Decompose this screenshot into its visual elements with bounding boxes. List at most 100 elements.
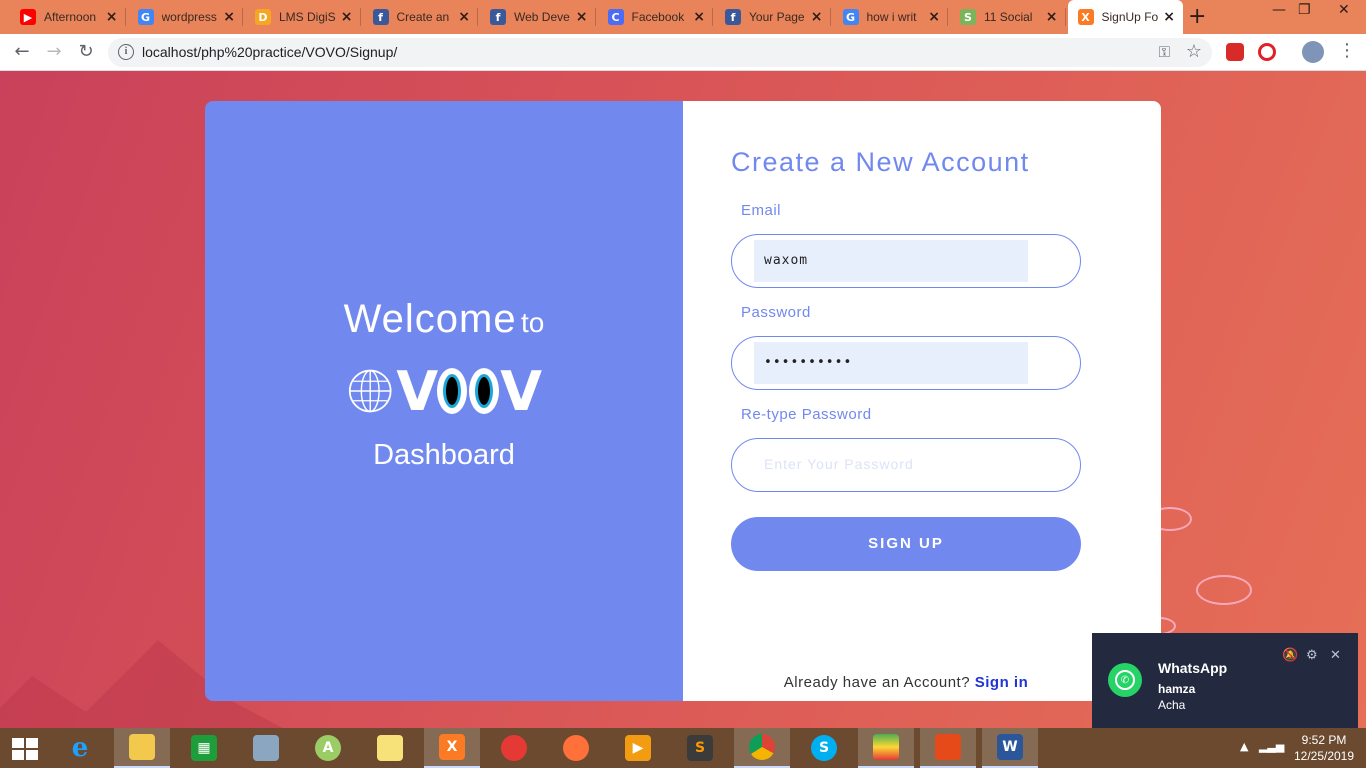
tab-separator <box>242 8 243 26</box>
taskbar-firefox[interactable] <box>548 728 604 768</box>
email-value[interactable]: waxom <box>754 240 1028 282</box>
signup-form-panel: Create a New Account Email waxom Passwor… <box>683 101 1161 701</box>
tray-icons[interactable]: ▲ ▂▃▅ <box>1240 740 1284 753</box>
taskbar-sublime[interactable]: S <box>672 728 728 768</box>
new-tab-button[interactable]: + <box>1188 4 1206 29</box>
minimize-icon[interactable]: — <box>1272 2 1286 18</box>
tab-separator <box>712 8 713 26</box>
whatsapp-notification[interactable]: ✆ WhatsApp hamza Acha 🔕 ⚙ ✕ <box>1092 633 1358 729</box>
tab-title: Afternoon <box>44 10 97 24</box>
tab-title: Facebook <box>631 10 685 24</box>
logo-letter-v: V <box>500 359 542 423</box>
tab-title: Create an <box>396 10 450 24</box>
close-tab-icon[interactable]: × <box>223 9 235 25</box>
signin-link[interactable]: Sign in <box>975 674 1029 691</box>
xampp-icon: X <box>439 734 465 760</box>
password-field[interactable]: •••••••••• <box>731 336 1081 390</box>
forward-icon[interactable]: → <box>42 40 66 64</box>
signup-card: Welcome to V V Dashboard Create a New Ac… <box>205 101 1161 701</box>
reload-icon[interactable]: ↻ <box>74 40 98 64</box>
retype-password-field[interactable]: Enter Your Password <box>731 438 1081 492</box>
gear-icon[interactable]: ⚙ <box>1306 647 1318 663</box>
restore-icon[interactable]: ❐ <box>1298 2 1311 18</box>
site-info-icon[interactable]: i <box>118 44 134 60</box>
voov-logo: V V <box>348 360 542 423</box>
url-text[interactable]: localhost/php%20practice/VOVO/Signup/ <box>142 44 397 60</box>
close-icon[interactable]: ✕ <box>1330 647 1341 663</box>
menu-icon[interactable]: ⋮ <box>1338 40 1356 61</box>
key-icon[interactable]: ⚿ <box>1159 43 1170 61</box>
windows-start-icon[interactable] <box>12 738 38 760</box>
taskbar-store[interactable]: ▦ <box>176 728 232 768</box>
profile-avatar[interactable] <box>1302 41 1324 63</box>
bookmark-star-icon[interactable]: ☆ <box>1186 41 1202 62</box>
opera-extension-icon[interactable] <box>1258 43 1276 61</box>
close-tab-icon[interactable]: × <box>928 9 940 25</box>
email-field[interactable]: waxom <box>731 234 1081 288</box>
browser-tab[interactable]: f Web Deve × <box>480 0 596 34</box>
browser-tab[interactable]: f Create an × <box>363 0 478 34</box>
close-tab-icon[interactable]: × <box>693 9 705 25</box>
eye-icon <box>469 368 500 414</box>
browser-tab[interactable]: D LMS DigiS × <box>245 0 361 34</box>
taskbar-app2[interactable] <box>920 728 976 768</box>
email-label: Email <box>741 202 782 219</box>
mute-icon[interactable]: 🔕 <box>1282 647 1298 663</box>
browser-tab[interactable]: C Facebook × <box>598 0 713 34</box>
browser-tab[interactable]: Ghow i writ × <box>833 0 948 34</box>
taskbar-media[interactable]: ▶ <box>610 728 666 768</box>
browser-toolbar: ← → ↻ i localhost/php%20practice/VOVO/Si… <box>0 34 1366 71</box>
internet-explorer-icon: e <box>71 733 89 763</box>
tab-separator <box>124 8 126 26</box>
signup-button[interactable]: SIGN UP <box>731 517 1081 571</box>
xampp-icon: X <box>1077 9 1094 25</box>
youtube-icon: ▶ <box>20 9 36 25</box>
browser-tab[interactable]: ▶ Afternoon × <box>10 0 126 34</box>
taskbar-xampp[interactable]: X <box>424 728 480 768</box>
close-tab-icon[interactable]: × <box>576 9 588 25</box>
browser-tab[interactable]: X SignUp Fo × <box>1067 0 1183 34</box>
taskbar-chrome[interactable] <box>734 728 790 768</box>
clock[interactable]: 9:52 PM 12/25/2019 <box>1286 732 1362 764</box>
browser-tab[interactable]: S 11 Social × <box>950 0 1066 34</box>
password-value[interactable]: •••••••••• <box>754 342 1028 384</box>
tab-title: 11 Social <box>984 10 1033 24</box>
extension-icon[interactable] <box>1226 43 1244 61</box>
taskbar-explorer[interactable] <box>114 728 170 768</box>
sublime-text-icon: S <box>687 735 713 761</box>
taskbar-bluestacks[interactable] <box>858 728 914 768</box>
welcome-to-text: to <box>521 307 545 338</box>
close-tab-icon[interactable]: × <box>811 9 823 25</box>
browser-tab[interactable]: f Your Page × <box>715 0 831 34</box>
taskbar-word[interactable]: W <box>982 728 1038 768</box>
retype-password-label: Re-type Password <box>741 406 872 423</box>
skype-icon: S <box>811 735 837 761</box>
address-bar[interactable]: i localhost/php%20practice/VOVO/Signup/ … <box>108 38 1212 67</box>
close-tab-icon[interactable]: × <box>106 9 118 25</box>
back-icon[interactable]: ← <box>10 40 34 64</box>
whatsapp-icon: ✆ <box>1108 663 1142 697</box>
taskbar-ie[interactable]: e <box>52 728 108 768</box>
close-tab-icon[interactable]: × <box>458 9 470 25</box>
store-icon: ▦ <box>191 735 217 761</box>
taskbar-skype[interactable]: S <box>796 728 852 768</box>
taskbar-app[interactable] <box>486 728 542 768</box>
android-studio-icon: A <box>315 735 341 761</box>
close-tab-icon[interactable]: × <box>341 9 353 25</box>
close-tab-icon[interactable]: × <box>1046 9 1058 25</box>
tab-title: wordpress <box>161 10 217 24</box>
lms-icon: D <box>255 9 271 25</box>
browser-tab[interactable]: Gwordpress × <box>128 0 243 34</box>
facebook-icon: f <box>490 9 506 25</box>
taskbar-monitor[interactable] <box>238 728 294 768</box>
retype-password-placeholder[interactable]: Enter Your Password <box>764 456 914 472</box>
tab-title: SignUp Fo <box>1101 10 1159 24</box>
tab-strip: + — ❐ ✕ ▶ Afternoon × Gwordpress × D LMS DigiS… <box>0 0 1366 34</box>
close-tab-icon[interactable]: × <box>1163 9 1175 25</box>
clock-date: 12/25/2019 <box>1293 749 1355 763</box>
taskbar-android-studio[interactable]: A <box>300 728 356 768</box>
taskbar-sticky[interactable] <box>362 728 418 768</box>
app2-icon <box>935 734 961 760</box>
close-window-icon[interactable]: ✕ <box>1338 2 1350 18</box>
tab-title: how i writ <box>866 10 917 24</box>
